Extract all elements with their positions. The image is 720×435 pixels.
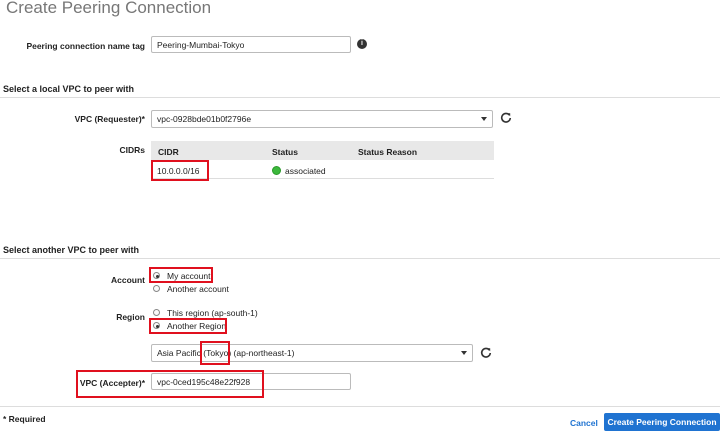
column-header-status-reason: Status Reason bbox=[358, 147, 418, 157]
info-icon[interactable]: i bbox=[357, 39, 367, 49]
highlight-box-region bbox=[149, 318, 227, 334]
local-section-title: Select a local VPC to peer with bbox=[3, 84, 135, 94]
vpc-requester-label: VPC (Requester)* bbox=[74, 114, 145, 124]
region-label: Region bbox=[116, 312, 145, 322]
cidrs-label: CIDRs bbox=[119, 145, 145, 155]
vpc-requester-value: vpc-0928bde01b0f2796e bbox=[157, 114, 252, 124]
region-select-suffix: (ap-northeast-1) bbox=[231, 348, 295, 358]
required-note: * Required bbox=[3, 414, 46, 424]
chevron-down-icon bbox=[481, 117, 487, 121]
status-cell: associated bbox=[285, 166, 326, 176]
cancel-button[interactable]: Cancel bbox=[570, 418, 598, 428]
region-radio-this-region[interactable] bbox=[153, 309, 160, 316]
name-tag-label: Peering connection name tag bbox=[26, 41, 145, 51]
account-label: Account bbox=[111, 275, 145, 285]
vpc-requester-select[interactable]: vpc-0928bde01b0f2796e bbox=[151, 110, 493, 128]
region-option-this-region: This region (ap-south-1) bbox=[167, 308, 258, 318]
name-tag-input[interactable]: Peering-Mumbai-Tokyo bbox=[151, 36, 351, 53]
account-option-another-account: Another account bbox=[167, 284, 229, 294]
column-header-status: Status bbox=[272, 147, 298, 157]
cidr-table-header bbox=[151, 141, 494, 160]
column-header-cidr: CIDR bbox=[158, 147, 179, 157]
another-section-title: Select another VPC to peer with bbox=[3, 245, 140, 255]
refresh-icon[interactable] bbox=[480, 347, 492, 359]
create-peering-connection-button[interactable]: Create Peering Connection bbox=[604, 413, 720, 431]
highlight-box-tokyo bbox=[200, 341, 230, 365]
highlight-box-account bbox=[149, 267, 213, 283]
region-select-prefix: Asia Pacific bbox=[157, 348, 204, 358]
page-title: Create Peering Connection bbox=[6, 0, 212, 17]
status-ok-icon bbox=[272, 166, 281, 175]
divider bbox=[0, 406, 720, 407]
chevron-down-icon bbox=[461, 351, 467, 355]
highlight-box-cidr bbox=[151, 160, 209, 181]
divider bbox=[0, 97, 720, 98]
account-radio-another-account[interactable] bbox=[153, 285, 160, 292]
divider bbox=[0, 258, 720, 259]
highlight-box-vpc-accepter bbox=[76, 370, 264, 398]
refresh-icon[interactable] bbox=[500, 112, 512, 124]
